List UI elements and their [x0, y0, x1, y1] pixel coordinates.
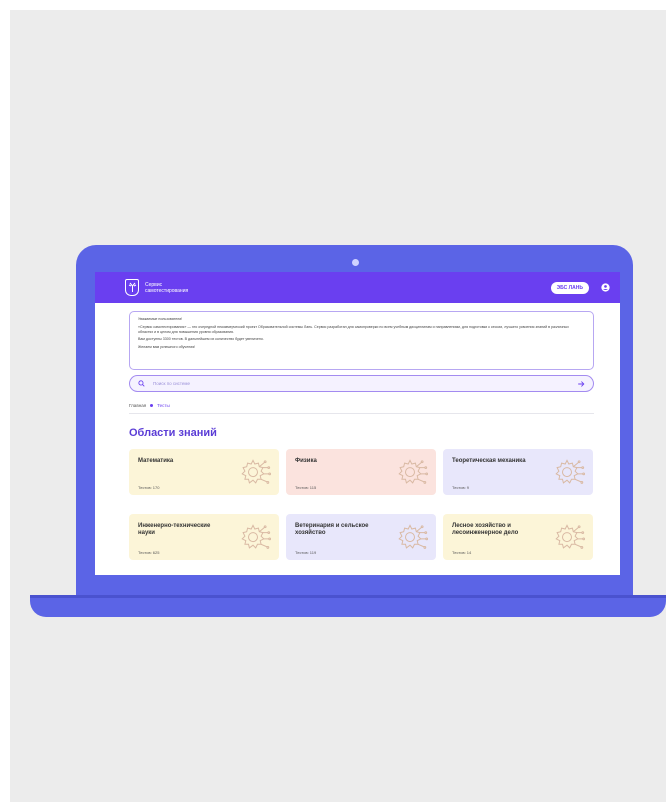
card-title: Физика: [295, 458, 317, 464]
laptop-base: [30, 595, 666, 617]
card-count: Тестов: 14: [452, 550, 472, 555]
gear-circuit-icon: [398, 459, 428, 484]
card-count: Тестов: 119: [295, 550, 317, 555]
area-card-mathematics[interactable]: Математика Тестов: 170: [129, 449, 279, 495]
logo-icon[interactable]: [125, 279, 139, 296]
card-title: Ветеринария и сельское хозяйство: [295, 523, 369, 536]
page-title: Области знаний: [129, 427, 217, 439]
breadcrumb-separator: [150, 404, 154, 407]
gear-circuit-icon: [555, 459, 585, 484]
search-bar[interactable]: [129, 375, 594, 392]
notice-box: Уважаемые пользователи! «Сервис самотест…: [129, 311, 594, 370]
laptop-camera: [352, 259, 359, 266]
notice-paragraph-3: Желаем вам успешного обучения!: [138, 344, 196, 349]
card-title: Лесное хозяйство и лесоинженерное дело: [452, 523, 519, 536]
area-card-veterinary[interactable]: Ветеринария и сельское хозяйство Тестов:…: [286, 514, 436, 560]
card-title: Математика: [138, 458, 174, 464]
notice-greeting: Уважаемые пользователи!: [138, 317, 183, 321]
area-card-physics[interactable]: Физика Тестов: 115: [286, 449, 436, 495]
area-card-forestry[interactable]: Лесное хозяйство и лесоинженерное дело Т…: [443, 514, 593, 560]
deer-icon: [128, 282, 136, 292]
search-input[interactable]: [153, 381, 577, 386]
card-count: Тестов: 9: [452, 485, 470, 490]
arrow-right-icon[interactable]: [577, 380, 585, 388]
breadcrumb-current: Тесты: [157, 403, 170, 408]
divider: [129, 413, 594, 414]
header-actions: ЭБС ЛАНЬ: [550, 281, 610, 294]
gear-circuit-icon: [241, 524, 271, 549]
gear-circuit-icon: [241, 459, 271, 484]
gear-circuit-icon: [398, 524, 428, 549]
area-card-engineering[interactable]: Инженерно-технические науки Тестов: 625: [129, 514, 279, 560]
notice-paragraph-2: Вам доступны 3300 тестов. В дальнейшем и…: [138, 337, 264, 342]
laptop-screen: Сервис самотестирования ЭБС ЛАНЬ Уважаем…: [95, 272, 620, 575]
card-count: Тестов: 170: [138, 485, 160, 490]
site-header: Сервис самотестирования ЭБС ЛАНЬ: [95, 272, 620, 303]
breadcrumb-home[interactable]: Главная: [129, 403, 146, 408]
card-title: Инженерно-технические науки: [138, 523, 211, 536]
ebs-lan-button[interactable]: ЭБС ЛАНЬ: [550, 281, 589, 294]
card-count: Тестов: 115: [295, 485, 317, 490]
user-account-icon[interactable]: [601, 283, 610, 292]
area-card-theoretical-mechanics[interactable]: Теоретическая механика Тестов: 9: [443, 449, 593, 495]
brand-line2: самотестирования: [145, 287, 189, 294]
notice-paragraph-1: «Сервис самотестирования» — это очередно…: [138, 324, 569, 334]
breadcrumb: Главная Тесты: [129, 403, 170, 408]
card-title: Теоретическая механика: [452, 458, 526, 464]
gear-circuit-icon: [555, 524, 585, 549]
brand-name[interactable]: Сервис самотестирования: [145, 282, 188, 294]
card-count: Тестов: 625: [138, 550, 160, 555]
search-icon: [138, 380, 145, 387]
